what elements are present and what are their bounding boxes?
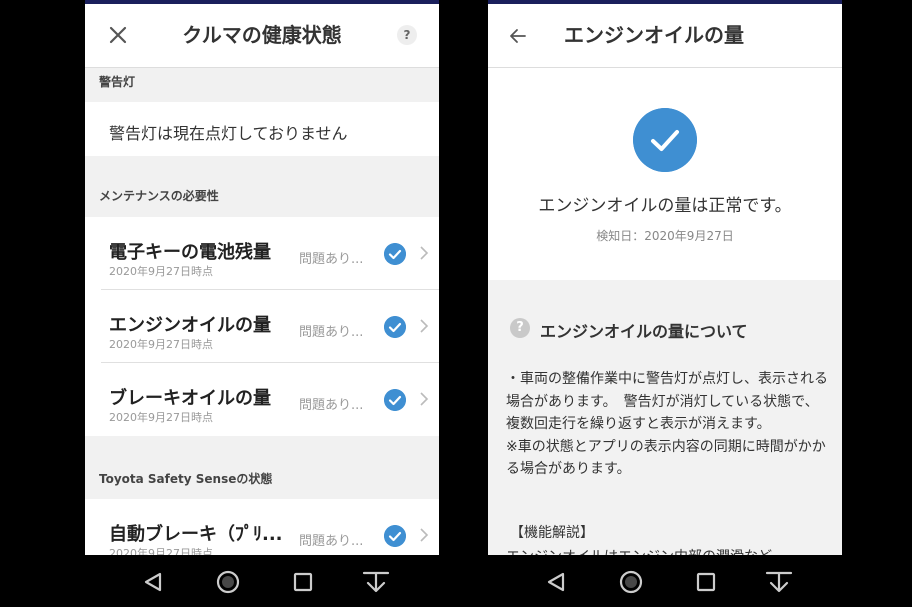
check-circle-icon	[384, 243, 406, 265]
android-nav-bar	[85, 555, 439, 607]
left-phone: クルマの健康状態 ? 警告灯 警告灯は現在点灯しておりません メンテナンスの必要…	[85, 0, 439, 607]
page-title: エンジンオイルの量	[564, 23, 744, 47]
about-title: エンジンオイルの量について	[540, 322, 748, 341]
help-icon[interactable]: ?	[397, 25, 417, 45]
nav-back-icon[interactable]	[142, 571, 164, 593]
chevron-right-icon	[420, 392, 429, 406]
vehicle-health-screen: クルマの健康状態 ? 警告灯 警告灯は現在点灯しておりません メンテナンスの必要…	[85, 0, 439, 555]
maintenance-item-brake-oil[interactable]: ブレーキオイルの量 2020年9月27日時点 問題あり...	[85, 363, 439, 436]
nav-recents-icon[interactable]	[293, 572, 313, 592]
app-bar: エンジンオイルの量	[488, 4, 842, 68]
chevron-right-icon	[420, 246, 429, 260]
app-bar: クルマの健康状態 ?	[85, 4, 439, 68]
check-circle-icon	[384, 316, 406, 338]
item-name: エンジンオイルの量	[109, 315, 271, 336]
item-name: 自動ブレーキ（ﾌﾟﾘ...	[109, 524, 283, 545]
safety-item-auto-brake[interactable]: 自動ブレーキ（ﾌﾟﾘ... 2020年9月27日時点 問題あり...	[85, 499, 439, 555]
feature-heading: 【機能解説】	[510, 525, 594, 541]
chevron-right-icon	[420, 319, 429, 333]
check-circle-icon	[633, 108, 697, 172]
item-status: 問題あり...	[299, 534, 364, 549]
about-body: ・車両の整備作業中に警告灯が点灯し、表示される場合があります。 警告灯が消灯して…	[506, 371, 828, 477]
feature-text: エンジンオイルはエンジン内部の潤滑など	[506, 546, 772, 555]
nav-back-icon[interactable]	[545, 571, 567, 593]
page-title: クルマの健康状態	[182, 23, 342, 47]
nav-down-icon[interactable]	[765, 570, 793, 594]
chevron-right-icon	[420, 528, 429, 542]
nav-home-icon[interactable]	[216, 570, 240, 594]
item-date: 2020年9月27日時点	[109, 338, 213, 351]
result-message: エンジンオイルの量は正常です。	[538, 196, 792, 216]
item-name: ブレーキオイルの量	[109, 388, 271, 409]
nav-down-icon[interactable]	[362, 570, 390, 594]
check-circle-icon	[384, 525, 406, 547]
warning-message: 警告灯は現在点灯しておりません	[109, 124, 348, 143]
warning-card: 警告灯は現在点灯しておりません	[85, 102, 439, 156]
right-phone: エンジンオイルの量 エンジンオイルの量は正常です。 検知日：2020年9月27日…	[488, 0, 842, 607]
item-name: 電子キーの電池残量	[109, 242, 271, 263]
check-circle-icon	[384, 389, 406, 411]
section-label-safety: Toyota Safety Senseの状態	[99, 472, 273, 486]
nav-recents-icon[interactable]	[696, 572, 716, 592]
item-date: 2020年9月27日時点	[109, 411, 213, 424]
detected-date: 検知日：2020年9月27日	[596, 229, 734, 243]
nav-home-icon[interactable]	[619, 570, 643, 594]
section-label-warning: 警告灯	[99, 75, 136, 89]
item-status: 問題あり...	[299, 252, 364, 267]
item-status: 問題あり...	[299, 325, 364, 340]
android-nav-bar	[488, 555, 842, 607]
item-date: 2020年9月27日時点	[109, 547, 213, 555]
arrow-back-icon[interactable]	[508, 26, 528, 46]
help-icon: ?	[510, 318, 530, 338]
section-label-maintenance: メンテナンスの必要性	[99, 189, 219, 203]
maintenance-item-engine-oil[interactable]: エンジンオイルの量 2020年9月27日時点 問題あり...	[85, 290, 439, 363]
engine-oil-screen: エンジンオイルの量 エンジンオイルの量は正常です。 検知日：2020年9月27日…	[488, 0, 842, 555]
result-card: エンジンオイルの量は正常です。 検知日：2020年9月27日	[488, 68, 842, 280]
item-date: 2020年9月27日時点	[109, 265, 213, 278]
maintenance-item-battery[interactable]: 電子キーの電池残量 2020年9月27日時点 問題あり...	[85, 217, 439, 290]
item-status: 問題あり...	[299, 398, 364, 413]
